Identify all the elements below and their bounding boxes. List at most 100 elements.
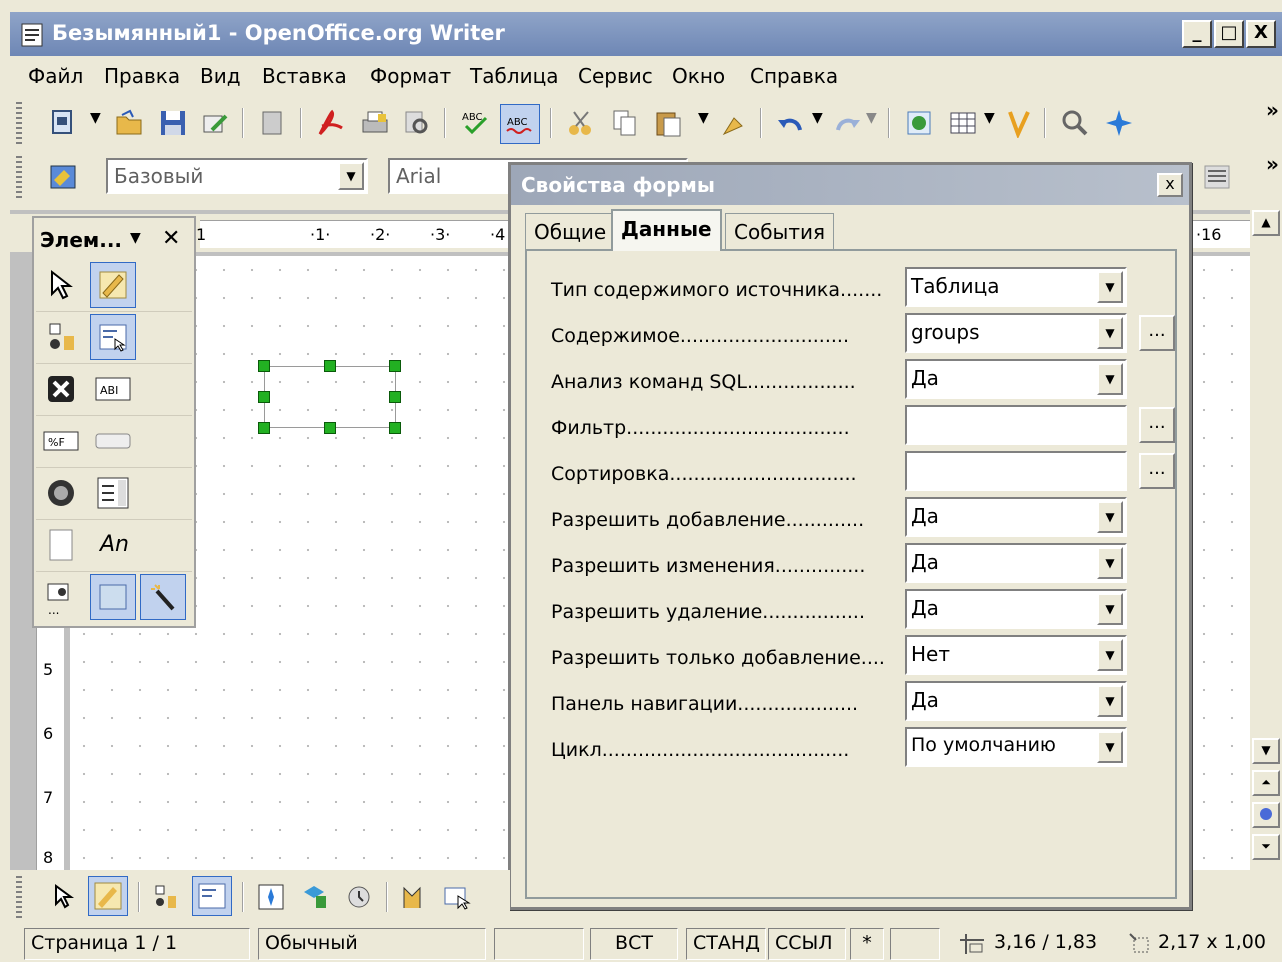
design-mode-button[interactable] [88,876,128,916]
list-box-control-icon[interactable] [90,470,136,516]
push-button-control-icon[interactable] [90,418,136,464]
label-field-control[interactable]: An [100,532,129,557]
edit-mode-icon[interactable] [258,108,288,138]
find-replace-icon[interactable] [1060,108,1090,138]
resize-handle[interactable] [324,422,336,434]
menu-view[interactable]: Вид [200,64,241,88]
status-hyperlink-mode[interactable]: ССЫЛ [768,928,846,960]
text-box-control-icon[interactable]: ABI [90,366,136,412]
resize-handle[interactable] [258,422,270,434]
activation-order-icon[interactable] [344,882,374,912]
status-insert-mode[interactable]: ВСТ [590,928,678,960]
styles-formatting-icon[interactable] [48,162,78,192]
navigation-bar-select[interactable]: Да ▼ [905,681,1127,721]
spellcheck-icon[interactable]: ABC [460,108,490,138]
more-controls-icon[interactable]: ... [38,574,84,620]
scroll-down-arrow-icon[interactable]: ▼ [1252,738,1280,764]
redo-icon[interactable] [832,108,862,138]
hyperlink-icon[interactable] [904,108,934,138]
tab-events[interactable]: События [725,213,835,249]
table-icon[interactable] [948,108,978,138]
select-pointer-icon[interactable] [38,262,84,308]
edit-file-icon[interactable] [200,108,230,138]
chevron-down-icon[interactable]: ▼ [1097,501,1123,533]
chevron-down-icon[interactable]: ▼ [1097,317,1123,349]
chevron-down-icon[interactable]: ▼ [1097,685,1123,717]
autospellcheck-button[interactable]: ABC [500,104,540,144]
open-in-design-mode-icon[interactable] [400,882,430,912]
add-data-only-select[interactable]: Нет ▼ [905,635,1127,675]
export-pdf-icon[interactable] [316,108,346,138]
chevron-down-icon[interactable]: ▼ [1097,593,1123,625]
format-toolbar-overflow-button[interactable]: » [1266,152,1279,176]
toolbar-grip[interactable] [16,102,22,144]
new-document-icon[interactable] [48,108,78,138]
navigator-icon[interactable] [1104,108,1134,138]
previous-page-icon[interactable]: ⏶ [1252,770,1280,796]
resize-handle[interactable] [389,360,401,372]
menu-format[interactable]: Формат [370,64,451,88]
filter-input[interactable] [905,405,1127,445]
wizards-toggle-button[interactable] [140,574,186,620]
combo-box-control-icon[interactable] [38,522,84,568]
resize-handle[interactable] [389,422,401,434]
content-type-select[interactable]: Таблица ▼ [905,267,1127,307]
control-properties-icon[interactable] [150,882,180,912]
show-draw-functions-icon[interactable] [1004,108,1034,138]
chevron-down-icon[interactable]: ▼ [1097,639,1123,671]
menu-help[interactable]: Справка [750,64,838,88]
tab-general[interactable]: Общие [525,213,616,249]
maximize-button[interactable]: □ [1214,20,1244,48]
toolbar-overflow-button[interactable]: » [1266,98,1279,122]
status-selection-mode[interactable]: СТАНД [686,928,766,960]
copy-icon[interactable] [610,108,640,138]
menu-file[interactable]: Файл [28,64,83,88]
undo-icon[interactable] [776,108,806,138]
menu-edit[interactable]: Правка [104,64,180,88]
cycle-select[interactable]: По умолчанию ▼ [905,727,1127,767]
open-folder-icon[interactable] [114,108,144,138]
menu-table[interactable]: Таблица [470,64,558,88]
print-icon[interactable] [360,108,390,138]
menu-window[interactable]: Окно [672,64,725,88]
sort-input[interactable] [905,451,1127,491]
panel-close-icon[interactable]: ✕ [162,226,180,251]
minimize-button[interactable]: _ [1182,20,1212,48]
toolbar-grip[interactable] [16,156,22,198]
next-page-icon[interactable]: ⏷ [1252,834,1280,860]
form-properties-button[interactable] [192,876,232,916]
formatted-field-icon[interactable]: %F [38,418,84,464]
resize-handle[interactable] [258,391,270,403]
chevron-down-icon[interactable]: ▼ [1097,731,1123,763]
justify-icon[interactable] [1202,162,1232,192]
navigation-icon[interactable] [1252,802,1280,828]
close-window-button[interactable]: X [1246,20,1276,48]
cut-icon[interactable] [566,108,596,138]
chevron-down-icon[interactable]: ▼ [1097,547,1123,579]
design-mode-button[interactable] [90,262,136,308]
control-properties-icon[interactable] [38,314,84,360]
status-page-style[interactable]: Обычный [258,928,486,960]
select-pointer-icon[interactable] [48,882,78,912]
allow-modifications-select[interactable]: Да ▼ [905,543,1127,583]
undo-dropdown-arrow-icon[interactable]: ▼ [812,110,823,126]
clone-formatting-icon[interactable] [718,108,748,138]
filter-browse-button[interactable]: ... [1139,407,1175,443]
form-navigator-icon[interactable] [256,882,286,912]
dialog-title-bar[interactable]: Свойства формы [511,165,1189,205]
toolbar-grip[interactable] [16,876,22,918]
tab-data[interactable]: Данные [611,209,722,251]
form-control-selection[interactable] [258,360,401,434]
add-field-icon[interactable] [300,882,330,912]
content-select[interactable]: groups ▼ [905,313,1127,353]
sort-browse-button[interactable]: ... [1139,453,1175,489]
panel-menu-icon[interactable]: ▼ [130,230,141,246]
new-dropdown-arrow-icon[interactable]: ▼ [90,110,101,126]
chevron-down-icon[interactable]: ▼ [1097,363,1123,395]
resize-handle[interactable] [324,360,336,372]
form-controls-panel-header[interactable]: Элем... ▼ ✕ [34,218,194,260]
menu-tools[interactable]: Сервис [578,64,653,88]
menu-insert[interactable]: Вставка [262,64,347,88]
checkbox-control-icon[interactable] [38,366,84,412]
chevron-down-icon[interactable]: ▼ [338,162,364,190]
